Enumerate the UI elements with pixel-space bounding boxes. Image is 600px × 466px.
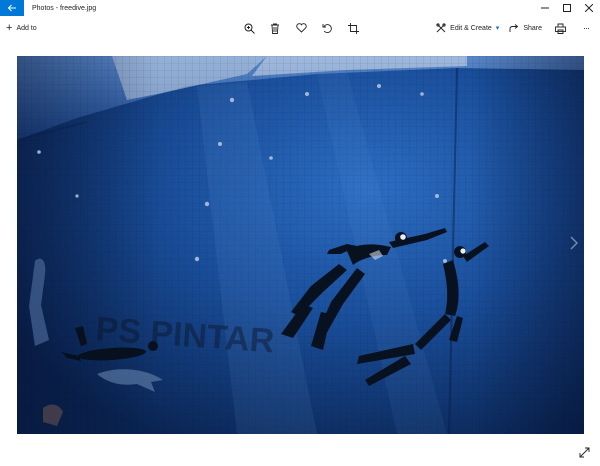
- rotate-icon: [322, 23, 332, 33]
- expand-icon: [579, 447, 589, 457]
- print-icon: [554, 23, 566, 34]
- share-label: Share: [523, 24, 542, 32]
- more-icon: ···: [583, 23, 590, 33]
- back-arrow-icon: [7, 4, 16, 12]
- add-to-label: Add to: [16, 24, 37, 32]
- edit-create-label: Edit & Create: [450, 24, 492, 32]
- zoom-button[interactable]: [241, 20, 257, 36]
- diver-mask-2: [460, 248, 466, 254]
- photo-canvas[interactable]: PS PINTAR: [17, 56, 584, 434]
- plus-icon: +: [6, 21, 13, 34]
- edit-create-icon: [436, 23, 446, 33]
- heart-icon: [295, 23, 307, 33]
- share-icon: [509, 24, 519, 32]
- delete-button[interactable]: [267, 20, 283, 36]
- zoom-icon: [244, 23, 255, 34]
- window-controls: [534, 0, 600, 16]
- title-bar: Photos - freedive.jpg: [0, 0, 600, 16]
- right-tools: Edit & Create ▾ Share ···: [436, 16, 594, 40]
- back-button[interactable]: [0, 0, 24, 16]
- minimize-icon: [541, 7, 549, 9]
- crop-icon: [347, 22, 359, 34]
- close-icon: [585, 4, 593, 12]
- center-tools: [241, 16, 361, 40]
- edit-create-button[interactable]: Edit & Create ▾: [436, 20, 499, 36]
- maximize-button[interactable]: [556, 0, 578, 16]
- crop-button[interactable]: [345, 20, 361, 36]
- more-button[interactable]: ···: [578, 20, 594, 36]
- favorite-button[interactable]: [293, 20, 309, 36]
- add-to-button[interactable]: + Add to: [6, 16, 37, 40]
- chevron-right-icon: [570, 236, 578, 250]
- toolbar: + Add to Edit & Create ▾ Share ···: [0, 16, 600, 40]
- maximize-icon: [563, 4, 571, 12]
- expand-button[interactable]: [576, 444, 592, 460]
- window-title: Photos - freedive.jpg: [32, 4, 97, 12]
- rotate-button[interactable]: [319, 20, 335, 36]
- next-photo-arrow[interactable]: [568, 233, 580, 253]
- close-button[interactable]: [578, 0, 600, 16]
- share-button[interactable]: Share: [509, 20, 542, 36]
- diver-mask: [400, 234, 406, 240]
- underwater-photo: PS PINTAR: [17, 56, 584, 434]
- minimize-button[interactable]: [534, 0, 556, 16]
- chevron-down-icon: ▾: [495, 25, 500, 32]
- trash-icon: [271, 23, 279, 34]
- print-button[interactable]: [552, 20, 568, 36]
